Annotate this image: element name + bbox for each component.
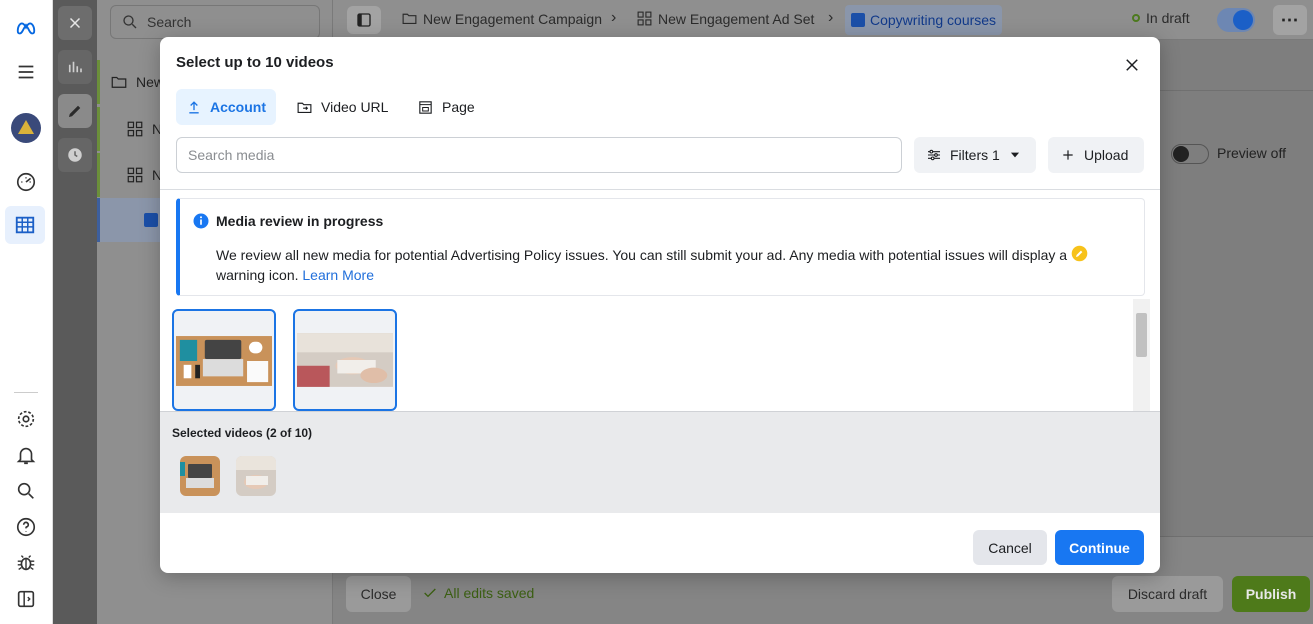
tree-search-input[interactable]: Search xyxy=(110,5,320,39)
page-icon xyxy=(419,100,432,114)
check-icon xyxy=(424,588,436,598)
avatar[interactable] xyxy=(10,112,42,144)
history-clock-icon[interactable] xyxy=(58,138,92,172)
folder-icon xyxy=(111,76,127,88)
filters-label: Filters 1 xyxy=(950,147,1000,163)
link-video-icon xyxy=(297,102,312,113)
notice-text: We review all new media for potential Ad… xyxy=(216,247,1068,263)
caret-down-icon xyxy=(1010,152,1019,158)
upload-icon xyxy=(189,100,199,113)
tab-label: Account xyxy=(210,99,266,115)
grid-icon xyxy=(127,167,143,183)
meta-logo-icon[interactable] xyxy=(10,12,42,44)
plus-icon xyxy=(1063,150,1073,160)
edit-pencil-icon[interactable] xyxy=(58,94,92,128)
tab-video-url[interactable]: Video URL xyxy=(286,89,398,125)
settings-gear-icon[interactable] xyxy=(10,403,42,435)
ad-icon xyxy=(851,13,865,27)
info-icon xyxy=(193,213,209,229)
menu-icon[interactable] xyxy=(10,56,42,88)
filters-button[interactable]: Filters 1 xyxy=(914,137,1036,173)
typing-hands-image xyxy=(236,456,276,496)
draft-status-label: In draft xyxy=(1146,10,1190,26)
media-scrollbar-thumb[interactable] xyxy=(1136,313,1147,357)
rail-divider xyxy=(14,392,38,393)
chevron-right-icon: › xyxy=(828,9,834,26)
saved-status-label: All edits saved xyxy=(444,585,535,601)
bell-icon[interactable] xyxy=(10,439,42,471)
breadcrumb-adset[interactable]: New Engagement Ad Set xyxy=(636,10,814,27)
dialog-title: Select up to 10 videos xyxy=(176,54,334,71)
notice-text-end: warning icon. xyxy=(216,267,299,283)
selected-videos-panel: Selected videos (2 of 10) xyxy=(160,411,1160,513)
close-button[interactable]: Close xyxy=(346,576,411,612)
media-grid xyxy=(160,299,1150,411)
grid-icon xyxy=(637,11,652,26)
learn-more-link[interactable]: Learn More xyxy=(302,267,374,283)
draft-status: In draft xyxy=(1132,10,1190,26)
folder-icon xyxy=(402,13,417,25)
table-icon[interactable] xyxy=(5,206,45,244)
grid-icon xyxy=(127,121,143,137)
saved-status: All edits saved xyxy=(422,585,534,601)
breadcrumb-campaign[interactable]: New Engagement Campaign xyxy=(401,10,602,27)
breadcrumb-label: New Engagement Campaign xyxy=(423,10,602,27)
divider xyxy=(160,189,1160,190)
breadcrumb-label: Copywriting courses xyxy=(870,12,997,28)
tab-page[interactable]: Page xyxy=(407,89,485,125)
selected-video-thumbnail[interactable] xyxy=(180,456,220,496)
search-icon xyxy=(123,15,137,29)
notice-body: We review all new media for potential Ad… xyxy=(216,245,1096,285)
status-dot-icon xyxy=(1132,14,1140,22)
search-icon[interactable] xyxy=(10,475,42,507)
continue-button[interactable]: Continue xyxy=(1055,530,1144,565)
top-bar: New Engagement Campaign › New Engagement… xyxy=(333,0,1313,40)
discard-draft-button[interactable]: Discard draft xyxy=(1112,576,1223,612)
close-icon[interactable] xyxy=(1120,53,1144,77)
typing-hands-image xyxy=(297,333,393,387)
select-videos-dialog: Select up to 10 videos Account Video URL… xyxy=(160,37,1160,573)
preview-toggle[interactable] xyxy=(1171,144,1209,164)
cancel-button[interactable]: Cancel xyxy=(973,530,1047,565)
upload-button[interactable]: Upload xyxy=(1048,137,1144,173)
video-thumbnail[interactable] xyxy=(293,309,397,411)
upload-label: Upload xyxy=(1084,147,1129,163)
tool-column xyxy=(53,0,97,624)
tab-account[interactable]: Account xyxy=(176,89,276,125)
more-options-icon[interactable]: ⋯ xyxy=(1273,5,1307,35)
breadcrumb-ad[interactable]: Copywriting courses xyxy=(845,5,1003,35)
media-search-input[interactable] xyxy=(176,137,902,173)
left-rail xyxy=(0,0,53,624)
chart-icon[interactable] xyxy=(58,50,92,84)
bug-icon[interactable] xyxy=(10,547,42,579)
tab-label: Page xyxy=(442,99,475,115)
publish-button[interactable]: Publish xyxy=(1232,576,1310,612)
notice-title: Media review in progress xyxy=(216,213,384,229)
draft-toggle[interactable] xyxy=(1217,8,1255,32)
close-icon[interactable] xyxy=(58,6,92,40)
selected-video-thumbnail[interactable] xyxy=(236,456,276,496)
tab-label: Video URL xyxy=(321,99,389,115)
video-thumbnail[interactable] xyxy=(172,309,276,411)
sidebar-toggle-icon[interactable] xyxy=(347,6,381,34)
dashboard-icon[interactable] xyxy=(10,166,42,198)
media-review-notice: Media review in progress We review all n… xyxy=(176,198,1145,296)
desk-laptop-image xyxy=(176,336,272,386)
warning-pencil-icon xyxy=(1071,245,1088,262)
desk-laptop-image xyxy=(180,456,220,496)
breadcrumb-label: New Engagement Ad Set xyxy=(658,10,815,27)
preview-label: Preview off xyxy=(1217,145,1286,161)
tree-search-placeholder: Search xyxy=(147,14,192,30)
chevron-right-icon: › xyxy=(611,9,617,26)
sliders-icon xyxy=(928,149,940,161)
panel-toggle-icon[interactable] xyxy=(10,583,42,615)
help-icon[interactable] xyxy=(10,511,42,543)
selected-videos-label: Selected videos (2 of 10) xyxy=(172,426,313,440)
ad-icon xyxy=(144,213,158,227)
